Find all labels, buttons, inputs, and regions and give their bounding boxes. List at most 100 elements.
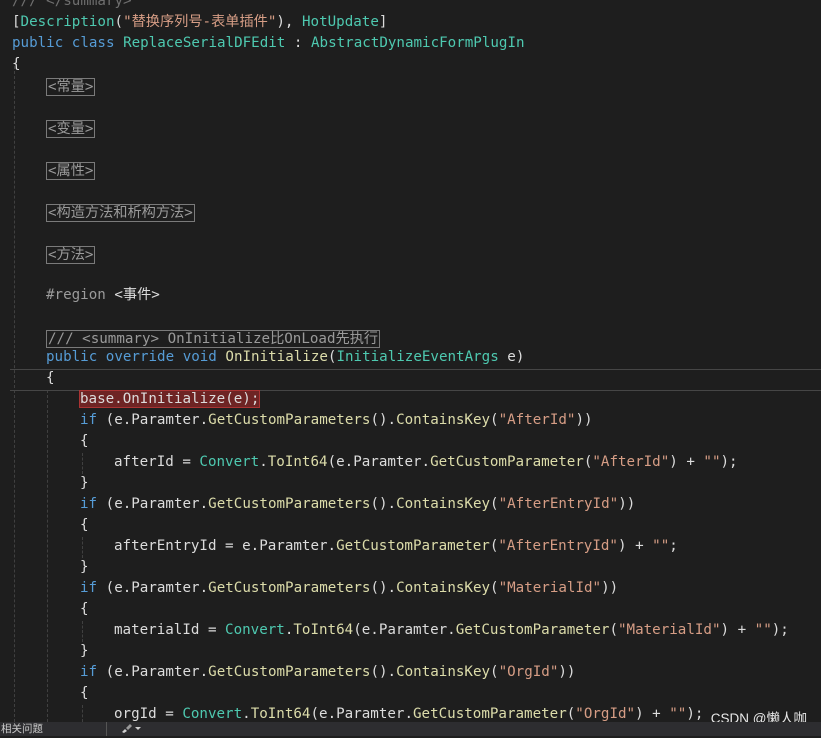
type-name: Convert [225,622,285,638]
string-literal: "AfterId" [592,454,670,470]
code-line[interactable]: if (e.Paramter.GetCustomParameters().Con… [80,410,593,431]
code-line[interactable]: { [80,515,89,536]
code-line[interactable]: /// </summary> [12,0,132,12]
param-name: e [507,349,516,365]
string-literal: "AfterId" [498,412,576,428]
code-line[interactable]: if (e.Paramter.GetCustomParameters().Con… [80,494,635,515]
method-name: GetCustomParameter [455,622,610,638]
code-line[interactable]: } [80,641,89,662]
code-line[interactable]: { [80,431,89,452]
keyword: void [182,349,217,365]
doc-comment: /// </summary> [12,0,132,9]
code-line[interactable]: { [12,54,21,75]
identifier: afterId [114,454,174,470]
code-line[interactable]: if (e.Paramter.GetCustomParameters().Con… [80,578,618,599]
code-line[interactable]: } [80,473,89,494]
identifier: e.Paramter. [114,496,209,512]
code-line[interactable]: base.OnInitialize(e); [78,389,261,410]
method-name: GetCustomParameter [336,538,490,554]
identifier: e.Paramter. [114,580,209,596]
keyword: if [80,496,98,512]
indent-guide [82,621,83,642]
keyword: if [80,580,98,596]
method-name: ContainsKey [396,412,491,428]
method-name: ContainsKey [396,580,491,596]
collapsed-region-variables[interactable]: <变量> [46,120,96,138]
method-name: ToInt64 [250,706,311,722]
status-divider [106,722,107,736]
code-line[interactable]: { [46,368,55,389]
string-literal: "OrgId" [498,664,559,680]
type-name: Convert [199,454,260,470]
code-line[interactable]: <属性> [46,161,96,182]
string-literal: "OrgId" [575,706,636,722]
class-name: ReplaceSerialDFEdit [123,35,286,51]
method-name: OnInitialize [225,349,328,365]
code-line[interactable]: if (e.Paramter.GetCustomParameters().Con… [80,662,575,683]
keyword: if [80,664,98,680]
keyword: public [46,349,98,365]
breakpoint-highlight[interactable]: base.OnInitialize(e); [78,390,261,408]
identifier: e.Paramter. [114,664,209,680]
base-class-name: AbstractDynamicFormPlugIn [310,35,525,51]
indent-guide [14,66,15,722]
keyword: if [80,412,98,428]
related-issues-link[interactable]: 相关问题 [0,722,43,736]
collapsed-doc-comment[interactable]: /// <summary> OnInitialize比OnLoad先执行 [46,330,381,348]
method-name: GetCustomParameters [208,664,371,680]
identifier: e.Paramter. [336,454,431,470]
current-line-highlight [10,369,821,391]
keyword: override [105,349,175,365]
method-name: GetCustomParameter [430,454,584,470]
code-line[interactable]: { [80,599,89,620]
indent-guide [82,537,83,558]
indent-guide [47,390,48,722]
method-name: ToInt64 [293,622,354,638]
string-literal: "" [669,706,687,722]
region-name: <事件> [114,287,160,303]
indent-guide [82,705,83,722]
param-type: InitializeEventArgs [336,349,499,365]
attribute-name: HotUpdate [302,14,379,30]
code-line[interactable]: <变量> [46,119,96,140]
code-line[interactable]: public class ReplaceSerialDFEdit : Abstr… [12,33,525,54]
method-name: GetCustomParameters [208,412,371,428]
code-line[interactable]: { [80,683,89,704]
code-editor[interactable]: /// </summary> [Description("替换序列号-表单插件"… [0,0,821,722]
identifier: materialId [114,622,200,638]
preprocessor-directive: #region [46,287,106,303]
method-name: ToInt64 [267,454,328,470]
code-line[interactable]: afterEntryId = e.Paramter.GetCustomParam… [114,536,678,557]
code-line[interactable]: public override void OnInitialize(Initia… [46,347,524,368]
code-line[interactable]: #region <事件> [46,285,160,306]
collapsed-region-constants[interactable]: <常量> [46,78,96,96]
string-literal: "" [652,538,670,554]
code-line[interactable]: <常量> [46,77,96,98]
collapsed-region-properties[interactable]: <属性> [46,162,96,180]
code-line[interactable]: <构造方法和析构方法> [46,203,195,224]
code-line[interactable]: afterId = Convert.ToInt64(e.Paramter.Get… [114,452,738,473]
method-name: ContainsKey [396,664,491,680]
method-name: GetCustomParameter [413,706,567,722]
method-name: ContainsKey [396,496,491,512]
attribute-name: Description [20,14,115,30]
brush-dropdown-icon [122,724,141,733]
code-line[interactable]: orgId = Convert.ToInt64(e.Paramter.GetCu… [114,704,703,722]
collapsed-region-constructors[interactable]: <构造方法和析构方法> [46,204,195,222]
identifier: e.Paramter. [242,538,337,554]
identifier: afterEntryId [114,538,217,554]
code-line[interactable]: <方法> [46,245,96,266]
code-line[interactable]: materialId = Convert.ToInt64(e.Paramter.… [114,620,789,641]
string-literal: "替换序列号-表单插件" [123,14,277,30]
string-literal: "" [703,454,721,470]
method-name: GetCustomParameters [208,496,371,512]
code-line[interactable]: [Description("替换序列号-表单插件"), HotUpdate] [12,12,387,33]
identifier: e.Paramter. [361,622,456,638]
code-line[interactable]: } [80,557,89,578]
identifier: orgId [114,706,157,722]
string-literal: "MaterialId" [498,580,602,596]
string-literal: "AfterEntryId" [498,538,618,554]
collapsed-region-methods[interactable]: <方法> [46,246,96,264]
string-literal: "MaterialId" [618,622,721,638]
identifier: e.Paramter. [319,706,413,722]
